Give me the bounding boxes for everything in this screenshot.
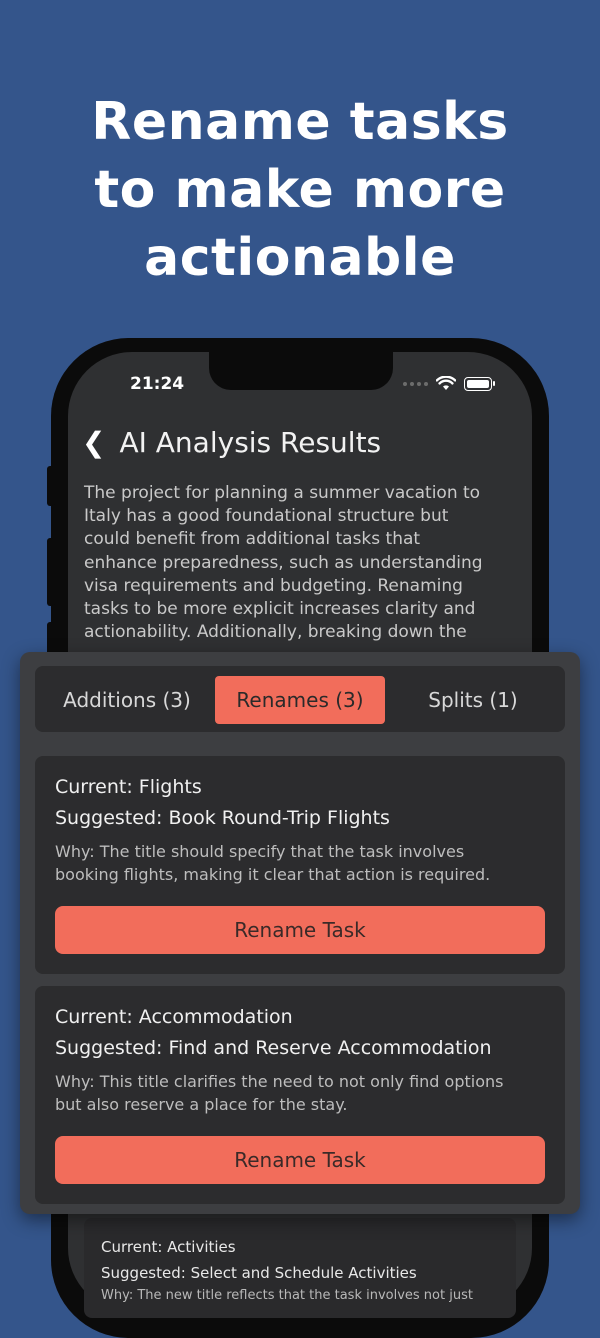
summary-line: visa requirements and budgeting. Renamin… [84,575,463,596]
rename-task-button[interactable]: Rename Task [55,1136,545,1184]
tab-splits[interactable]: Splits (1) [393,676,553,724]
reason-line: Why: The title should specify that the t… [55,842,465,861]
phone-side-button [47,466,55,506]
current-title: Current: Accommodation [55,1006,293,1028]
summary-line: could benefit from additional tasks that [84,529,421,550]
summary-line: The project for planning a summer vacati… [84,483,481,503]
summary-line: actionability. Additionally, breaking do… [84,622,467,643]
analysis-summary: The project for planning a summer vacati… [84,482,524,644]
summary-line: enhance preparedness, such as understand… [84,552,483,573]
battery-icon [464,376,495,391]
rename-reason: Why: The new title reflects that the tas… [101,1288,473,1303]
page-title: AI Analysis Results [119,426,382,459]
headline-line-3: actionable [144,228,456,288]
tab-renames[interactable]: Renames (3) [215,676,385,724]
summary-line: Italy has a good foundational structure … [84,506,449,527]
current-title: Current: Activities [101,1238,236,1256]
suggested-title: Suggested: Select and Schedule Activitie… [101,1264,417,1282]
summary-line: tasks to be more explicit increases clar… [84,599,476,620]
nav-bar: ❮ AI Analysis Results [82,424,381,462]
status-icons [403,376,495,391]
reason-line: Why: This title clarifies the need to no… [55,1072,504,1091]
current-title: Current: Flights [55,776,202,798]
rename-reason: Why: This title clarifies the need to no… [55,1070,545,1116]
wifi-icon [436,376,456,390]
chevron-left-icon[interactable]: ❮ [82,426,105,460]
signal-dots-icon [403,381,428,386]
phone-notch [209,352,393,390]
rename-card-activities: Current: Activities Suggested: Select an… [84,1218,516,1318]
headline-line-2: to make more [94,160,506,220]
reason-line: booking flights, making it clear that ac… [55,865,491,884]
tab-bar: Additions (3) Renames (3) Splits (1) [35,666,565,732]
suggested-title: Suggested: Book Round-Trip Flights [55,807,390,829]
tab-additions[interactable]: Additions (3) [47,676,207,724]
rename-task-button[interactable]: Rename Task [55,906,545,954]
rename-card-flights: Current: Flights Suggested: Book Round-T… [35,756,565,974]
phone-volume-up-button [47,538,55,606]
status-time: 21:24 [130,374,185,394]
rename-reason: Why: The title should specify that the t… [55,840,545,886]
renames-panel: Additions (3) Renames (3) Splits (1) Cur… [20,652,580,1214]
rename-card-accommodation: Current: Accommodation Suggested: Find a… [35,986,565,1204]
suggested-title: Suggested: Find and Reserve Accommodatio… [55,1037,492,1059]
promo-headline: Rename tasks to make more actionable [0,88,600,292]
reason-line: but also reserve a place for the stay. [55,1095,348,1114]
headline-line-1: Rename tasks [91,92,509,152]
